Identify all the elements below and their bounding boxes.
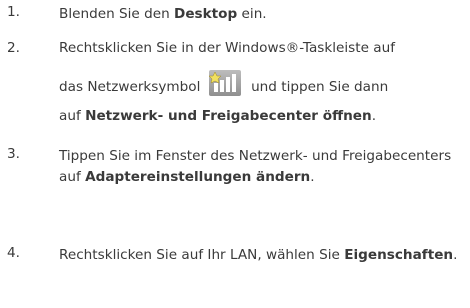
step-text-line: Rechtsklicken Sie in der Windows®-Taskle… xyxy=(59,40,396,56)
step-text-line: das Netzwerksymbol und tippen Sie dann xyxy=(59,70,388,100)
step-number: 4. xyxy=(7,245,20,261)
step-text: Blenden Sie den Desktop ein. xyxy=(59,6,267,22)
step-number: 3. xyxy=(7,146,20,162)
step-text: Rechtsklicken Sie auf Ihr LAN, wählen Si… xyxy=(59,247,458,263)
step-number: 2. xyxy=(7,40,20,56)
step-text-line: auf Netzwerk- und Freigabecenter öffnen. xyxy=(59,108,377,124)
step-number: 1. xyxy=(7,4,20,20)
network-icon xyxy=(208,70,241,96)
step-text: Tippen Sie im Fenster des Netzwerk- und … xyxy=(59,148,452,185)
